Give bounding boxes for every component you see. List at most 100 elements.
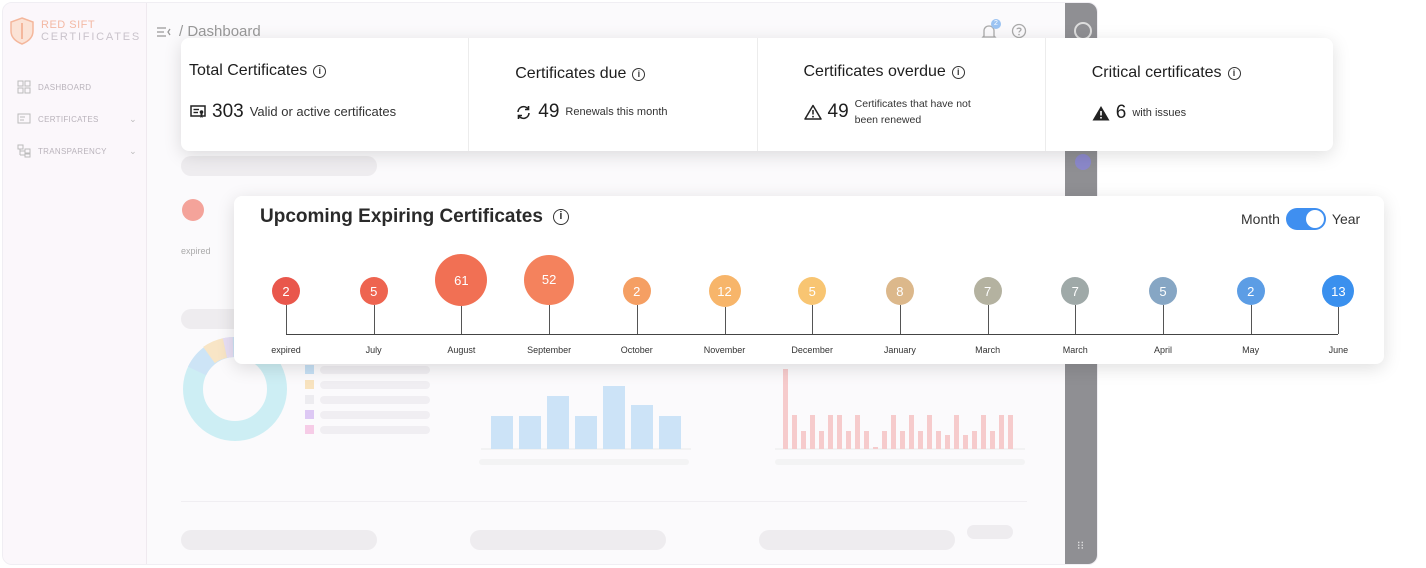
timeline-bubble[interactable]: 8 <box>885 277 914 305</box>
timeline-axis <box>286 334 1338 335</box>
timeline-bubble[interactable]: 61 <box>435 254 488 306</box>
stat-title: Total Certificates <box>189 62 308 79</box>
timeline-bubble[interactable]: 7 <box>1061 277 1090 305</box>
chevron-down-icon[interactable]: ⌄ <box>129 114 137 125</box>
timeline-stem <box>1075 305 1077 334</box>
stat-certificates-due[interactable]: Certificates due i 49 Renewals this mont… <box>469 38 758 151</box>
timeline-stem <box>812 305 814 334</box>
warning-filled-icon <box>1092 106 1110 121</box>
sidebar-item-transparency[interactable]: TRANSPARENCY ⌄ <box>17 135 137 167</box>
help-icon[interactable] <box>1011 23 1027 39</box>
app-switcher-icon[interactable] <box>1075 154 1091 170</box>
logo-brand: RED SIFT <box>41 19 96 31</box>
menu-collapse-icon[interactable] <box>157 26 171 38</box>
card-title: Upcoming Expiring Certificates <box>260 206 543 227</box>
refresh-icon <box>517 105 531 119</box>
timeline-bubble[interactable]: 7 <box>973 277 1002 305</box>
toggle-label-year[interactable]: Year <box>1332 211 1360 227</box>
timeline-stem <box>724 307 726 334</box>
timeline-stem <box>987 305 989 334</box>
timeline-stem <box>899 305 901 334</box>
transparency-icon <box>17 144 31 158</box>
sidebar-nav: DASHBOARD CERTIFICATES ⌄ TRANSPARENCY ⌄ <box>17 71 137 167</box>
stat-certificates-overdue[interactable]: Certificates overdue i 49 Certificates t… <box>758 38 1046 151</box>
timeline-stem <box>636 305 638 334</box>
info-icon[interactable]: i <box>1227 66 1241 80</box>
timeline-label: June <box>1328 345 1349 355</box>
sidebar-item-dashboard[interactable]: DASHBOARD <box>17 71 137 103</box>
stat-description: Valid or active certificates <box>249 104 397 119</box>
timeline-label: May <box>1242 345 1260 355</box>
info-icon[interactable]: i <box>632 67 646 81</box>
timeline-bubble[interactable]: 12 <box>708 275 741 307</box>
expiring-certificates-card: Upcoming Expiring Certificates i Month Y… <box>234 196 1384 364</box>
bar-chart-placeholder-red <box>775 369 1025 465</box>
timeline-label: November <box>703 345 746 355</box>
timeline-label: April <box>1153 345 1172 355</box>
timeline-bubble[interactable]: 13 <box>1322 275 1355 307</box>
toggle-switch[interactable] <box>1285 208 1326 230</box>
stat-value: 6 <box>1115 102 1127 123</box>
stat-description: with issues <box>1132 107 1187 119</box>
stat-description-line1: Certificates that have not <box>854 98 971 110</box>
certificate-icon <box>17 113 31 124</box>
loading-placeholder <box>759 530 955 550</box>
timeline-bubble[interactable]: 2 <box>272 277 300 305</box>
stat-title: Certificates due <box>515 65 627 82</box>
info-icon[interactable]: i <box>951 65 965 79</box>
timeline-stem <box>1163 305 1164 334</box>
grid-menu-icon[interactable]: ⁝⁝ <box>1077 539 1084 552</box>
shield-logo-icon <box>10 17 34 45</box>
timeline-bubble[interactable]: 5 <box>798 277 827 305</box>
chevron-down-icon[interactable]: ⌄ <box>129 146 137 157</box>
stat-critical-certificates[interactable]: Critical certificates i 6 with issues <box>1046 38 1333 151</box>
legend-placeholder <box>305 365 430 434</box>
stats-card: Total Certificates i 303 Valid or active… <box>181 38 1333 151</box>
timeline-bubble[interactable]: 5 <box>359 277 388 305</box>
loading-placeholder <box>181 530 377 550</box>
timeline-label: August <box>447 345 476 355</box>
timeline-stem <box>1250 305 1252 334</box>
notification-badge: 2 <box>991 19 1001 29</box>
info-icon[interactable]: i <box>552 209 569 225</box>
timeline-bubble[interactable]: 2 <box>622 277 651 305</box>
timeline-stem <box>1338 307 1340 334</box>
timeline-label: December <box>791 345 833 355</box>
expired-marker <box>182 199 204 221</box>
logo-product: CERTIFICATES <box>41 31 142 43</box>
info-icon[interactable]: i <box>313 64 327 78</box>
timeline-label: October <box>620 345 653 355</box>
stat-title: Critical certificates <box>1091 64 1222 81</box>
toggle-label-month[interactable]: Month <box>1241 211 1280 227</box>
sidebar-item-label: DASHBOARD <box>38 82 92 92</box>
stat-total-certificates[interactable]: Total Certificates i 303 Valid or active… <box>181 38 470 151</box>
timeline-label: expired <box>271 345 301 355</box>
divider <box>181 501 1027 502</box>
expired-label-bg: expired <box>181 246 211 256</box>
stat-value: 49 <box>538 101 560 122</box>
toggle-knob[interactable] <box>1305 210 1324 228</box>
stat-value: 49 <box>827 101 849 122</box>
certificate-icon <box>190 105 206 118</box>
timeline-bubble[interactable]: 2 <box>1236 277 1265 305</box>
timeline-label: September <box>527 345 572 355</box>
loading-placeholder <box>967 525 1013 539</box>
logo: RED SIFT CERTIFICATES <box>9 17 141 45</box>
sidebar-item-label: TRANSPARENCY <box>38 146 107 156</box>
loading-placeholder <box>470 530 666 550</box>
timeline-stem <box>549 304 551 334</box>
stat-value: 303 <box>212 101 244 122</box>
bar-chart-placeholder-blue <box>479 386 691 465</box>
warning-outline-icon <box>803 104 822 120</box>
timeline-label: January <box>883 345 916 355</box>
timeline-bubble[interactable]: 52 <box>524 255 574 305</box>
sidebar-item-certificates[interactable]: CERTIFICATES ⌄ <box>17 103 137 135</box>
timeline-label: March <box>975 345 1001 355</box>
timeline-stem <box>461 306 463 334</box>
timeline-label: March <box>1062 345 1088 355</box>
timeline-bubble[interactable]: 5 <box>1149 277 1177 305</box>
timeline-stem <box>373 305 375 334</box>
stat-title: Certificates overdue <box>803 63 946 80</box>
month-year-toggle: Month Year <box>1241 208 1360 230</box>
dashboard-icon <box>17 80 31 94</box>
